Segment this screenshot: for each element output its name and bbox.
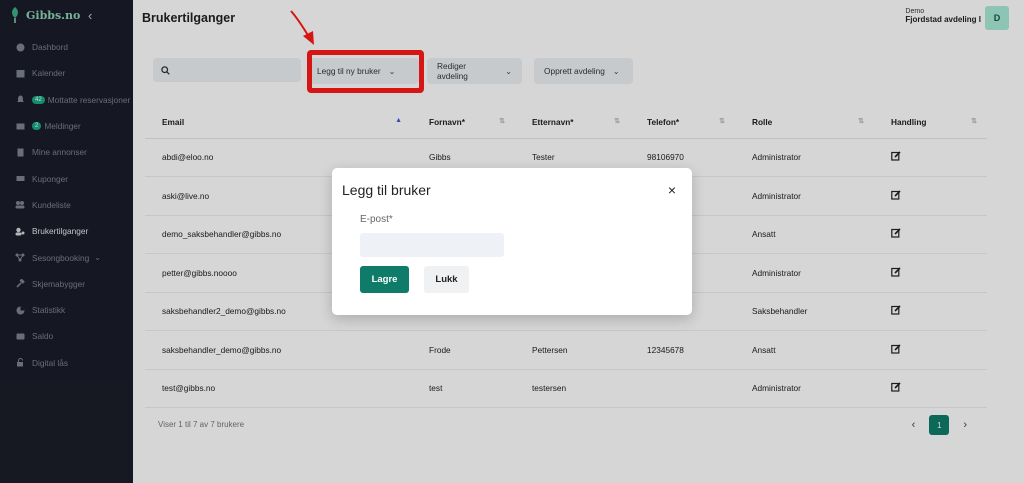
email-field[interactable] <box>360 233 504 257</box>
email-field-label: E-post* <box>360 214 393 225</box>
save-button[interactable]: Lagre <box>360 266 409 293</box>
add-user-modal: Legg til bruker × E-post* Lagre Lukk <box>332 168 692 315</box>
close-icon[interactable]: × <box>668 182 676 198</box>
cancel-button[interactable]: Lukk <box>424 266 469 293</box>
modal-title: Legg til bruker <box>342 182 431 198</box>
